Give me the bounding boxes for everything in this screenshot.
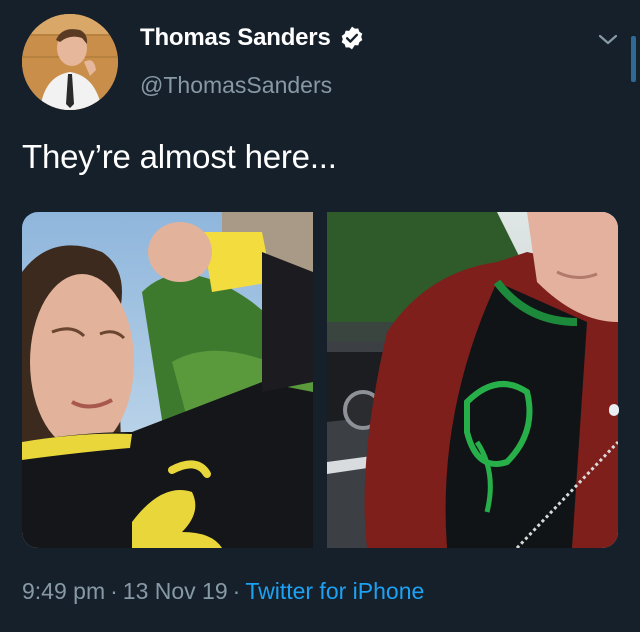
tweet-text: They’re almost here... bbox=[22, 138, 337, 175]
name-row: Thomas Sanders bbox=[140, 24, 365, 52]
tweet-source-link[interactable]: Twitter for iPhone bbox=[245, 578, 424, 604]
user-handle[interactable]: @ThomasSanders bbox=[140, 72, 332, 99]
chevron-down-icon[interactable] bbox=[596, 28, 620, 52]
tweet-meta: 9:49 pm · 13 Nov 19 · Twitter for iPhone bbox=[22, 578, 424, 605]
meta-separator: · bbox=[110, 578, 118, 604]
tweet-photo-1[interactable] bbox=[22, 212, 313, 548]
avatar[interactable] bbox=[22, 14, 118, 110]
display-name[interactable]: Thomas Sanders bbox=[140, 24, 331, 52]
tweet-time: 9:49 pm bbox=[22, 578, 106, 604]
scroll-thumb[interactable] bbox=[609, 404, 619, 416]
verified-badge-icon bbox=[339, 25, 365, 51]
tweet-date: 13 Nov 19 bbox=[122, 578, 228, 604]
meta-separator: · bbox=[232, 578, 241, 604]
tweet-photo-2[interactable] bbox=[327, 212, 618, 548]
scroll-indicator bbox=[631, 36, 636, 82]
